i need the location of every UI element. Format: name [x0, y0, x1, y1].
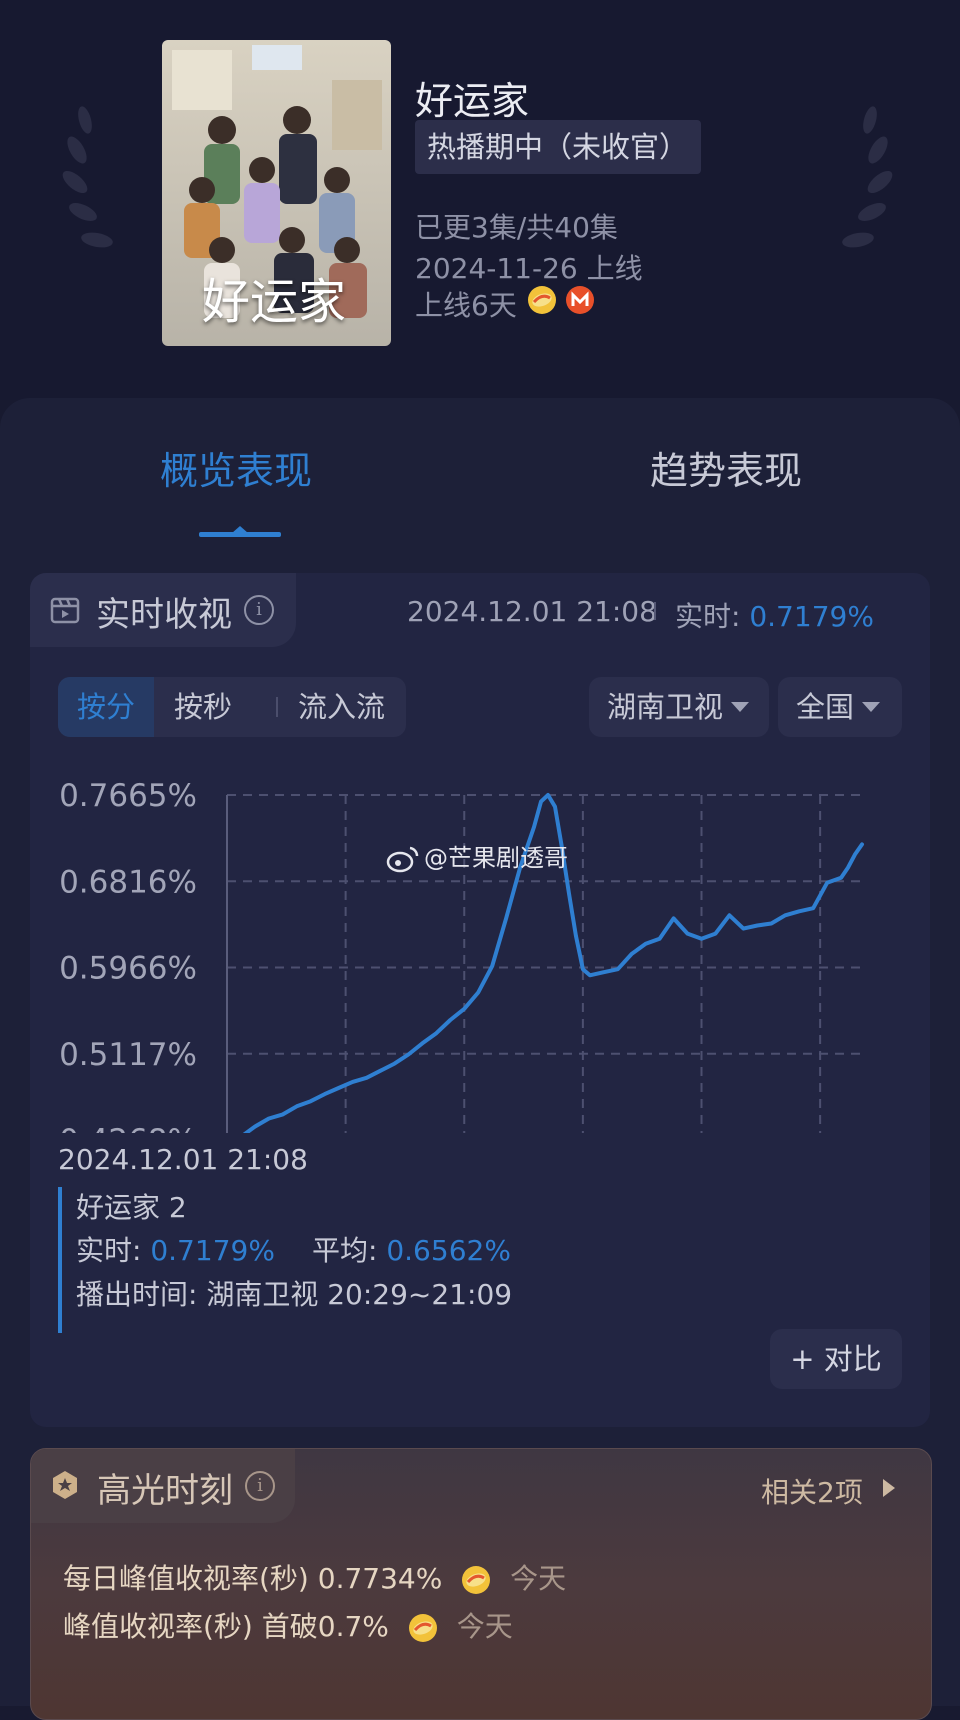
readout-avg-value: 0.6562%: [386, 1234, 511, 1267]
readout-average: 平均: 0.6562%: [312, 1229, 511, 1269]
y-tick-label: 0.5117%: [59, 1037, 197, 1073]
watermark: @芒果剧透哥: [386, 838, 568, 873]
y-tick-label: 0.7665%: [59, 778, 197, 814]
highlights-header: 高光时刻 i: [31, 1449, 295, 1523]
readout-airtime-label: 播出时间:: [76, 1278, 207, 1311]
launch-date: 2024-11-26 上线: [415, 252, 643, 285]
info-icon[interactable]: i: [245, 1471, 275, 1501]
series-color-bar: [58, 1187, 62, 1333]
highlights-related-link[interactable]: 相关2项: [761, 1471, 863, 1511]
days-online: 上线6天: [415, 289, 517, 322]
episode-count: 已更3集/共40集: [415, 211, 618, 244]
highlights-card: 高光时刻 i 相关2项 每日峰值收视率(秒) 0.7734% 今天 峰值收视率(…: [30, 1448, 932, 1720]
readout-avg-label: 平均:: [312, 1234, 387, 1267]
tab-overview[interactable]: 概览表现: [160, 440, 312, 495]
highlight-item[interactable]: 峰值收视率(秒) 首破0.7% 今天: [63, 1605, 513, 1645]
hunan-tv-icon: [408, 1614, 437, 1642]
star-badge-icon: [53, 1471, 77, 1499]
y-tick-label: 0.5966%: [59, 951, 197, 987]
chevron-right-icon[interactable]: [883, 1479, 895, 1497]
mango-tv-icon: [566, 286, 594, 314]
highlight-when: 今天: [456, 1610, 513, 1643]
readout-live-value: 0.7179%: [150, 1234, 275, 1267]
highlight-item[interactable]: 每日峰值收视率(秒) 0.7734% 今天: [63, 1557, 566, 1597]
readout-live-label: 实时:: [76, 1234, 151, 1267]
laurel-left-icon: [62, 106, 113, 248]
readout-values: 实时: 0.7179%: [76, 1229, 275, 1269]
y-tick-label: 0.4268%: [59, 1123, 197, 1133]
realtime-ratings-card: 实时收视 i 2024.12.01 21:08 实时: 0.7179% 按分 按…: [30, 573, 930, 1427]
highlight-text: 峰值收视率(秒) 首破0.7%: [63, 1610, 389, 1643]
tab-indicator-caret: [232, 526, 248, 533]
hunan-tv-icon: [528, 286, 556, 314]
y-tick-label: 0.6816%: [59, 864, 197, 900]
poster-title: 好运家: [202, 274, 347, 330]
compare-button[interactable]: + 对比: [770, 1329, 902, 1389]
highlight-text: 每日峰值收视率(秒) 0.7734%: [63, 1562, 443, 1595]
hunan-tv-icon: [462, 1566, 491, 1594]
watermark-text: @芒果剧透哥: [424, 844, 568, 872]
weibo-icon: [386, 846, 419, 873]
status-badge: 热播期中（未收官）: [415, 120, 701, 174]
tab-trend[interactable]: 趋势表现: [650, 440, 802, 495]
show-poster[interactable]: 好运家: [162, 40, 391, 346]
laurel-right-icon: [842, 106, 893, 248]
readout-airtime-value: 湖南卫视 20:29~21:09: [206, 1278, 513, 1311]
readout-series-name: 好运家 2: [76, 1191, 187, 1224]
highlights-title: 高光时刻: [97, 1471, 233, 1511]
show-title: 好运家: [415, 79, 530, 123]
readout-airtime: 播出时间: 湖南卫视 20:29~21:09: [76, 1273, 512, 1313]
show-header: [0, 0, 960, 400]
highlight-when: 今天: [510, 1562, 567, 1595]
readout-time: 2024.12.01 21:08: [58, 1143, 308, 1176]
